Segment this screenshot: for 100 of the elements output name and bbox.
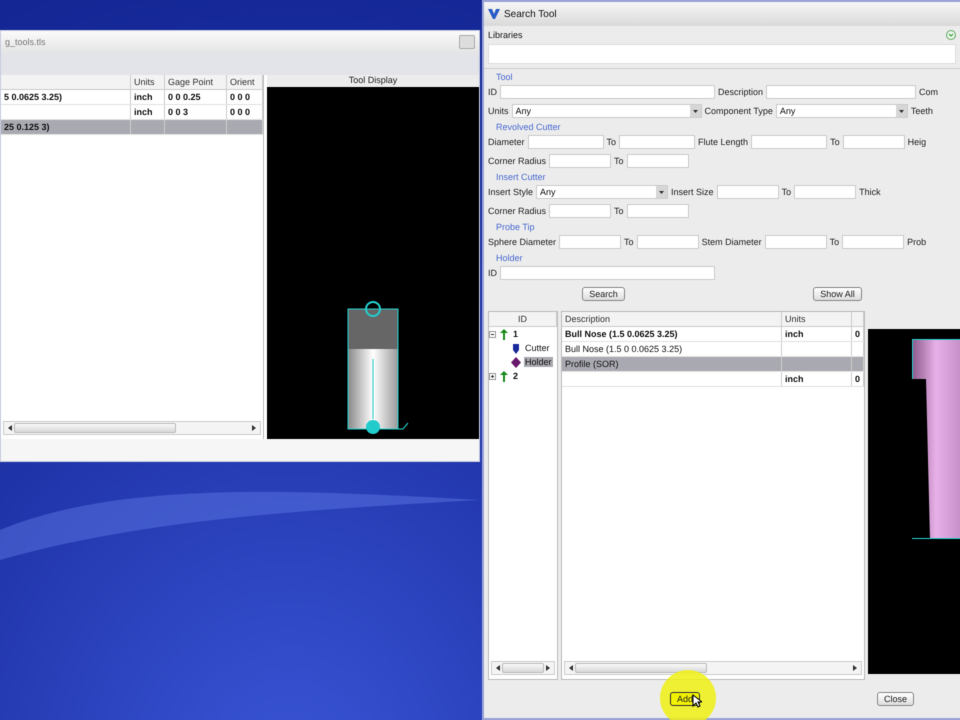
field-label: ID — [488, 87, 497, 97]
window-title: Search Tool — [504, 8, 557, 20]
dropdown-field[interactable]: Any — [512, 104, 702, 118]
column-header[interactable]: ID — [489, 312, 557, 326]
field-label: Description — [718, 87, 764, 97]
form-button[interactable]: Search — [582, 287, 625, 301]
table-cell: 25 0.125 3) — [1, 120, 131, 134]
column-header[interactable]: Units — [131, 75, 165, 89]
table-row[interactable]: Profile (SOR) — [562, 357, 864, 372]
column-header[interactable]: Description — [562, 312, 782, 326]
column-header[interactable]: Gage Point — [165, 75, 227, 89]
scroll-right-icon[interactable] — [544, 664, 552, 672]
tree-item[interactable]: Cutter — [524, 343, 551, 353]
panel-title: Tool Display — [267, 75, 479, 87]
form-button[interactable]: Show All — [813, 287, 862, 301]
field-label: Thick — [859, 187, 881, 197]
field-label: ID — [488, 268, 497, 278]
group-title: Tool — [496, 72, 513, 82]
field-label: Heig — [908, 137, 926, 147]
field-label: Stem Diameter — [702, 237, 762, 247]
tree-item[interactable]: 2 — [512, 371, 520, 381]
table-cell: Profile (SOR) — [562, 357, 782, 371]
caret-icon — [690, 105, 701, 117]
input-field[interactable] — [549, 204, 612, 218]
table-row[interactable]: Bull Nose (1.5 0.0625 3.25) inch 0 — [562, 327, 864, 342]
section-title: Libraries — [488, 30, 523, 40]
table-cell: inch — [131, 90, 165, 104]
pin-icon — [499, 328, 509, 340]
table-row[interactable]: inch 0 — [562, 372, 864, 387]
table-cell: 0 0 0.25 — [165, 90, 227, 104]
horizontal-scrollbar[interactable] — [491, 661, 555, 675]
input-field[interactable] — [842, 235, 904, 249]
holder-icon — [511, 356, 521, 368]
table-cell: 0 0 3 — [165, 105, 227, 119]
tree-item[interactable]: 1 — [512, 329, 520, 339]
input-field[interactable] — [626, 154, 689, 168]
horizontal-scrollbar[interactable] — [564, 661, 862, 675]
scroll-right-icon[interactable] — [250, 424, 258, 432]
input-field[interactable] — [549, 154, 612, 168]
caret-icon — [896, 105, 907, 117]
input-field[interactable] — [716, 185, 779, 199]
input-field[interactable] — [766, 85, 916, 99]
table-cell: Bull Nose (1.5 0.0625 3.25) — [562, 327, 782, 341]
table-row[interactable]: 5 0.0625 3.25) inch 0 0 0.25 0 0 0 — [1, 90, 263, 105]
input-field[interactable] — [794, 185, 856, 199]
column-header[interactable]: Orient — [227, 75, 263, 89]
input-field[interactable] — [559, 235, 622, 249]
field-label: To — [614, 206, 624, 216]
table-row[interactable]: 25 0.125 3) — [1, 120, 263, 135]
field-label: To — [782, 187, 792, 197]
dialog-button[interactable]: Close — [876, 692, 914, 706]
pin-icon — [499, 370, 509, 382]
table-cell: 0 — [852, 372, 864, 386]
scroll-left-icon[interactable] — [567, 664, 575, 672]
scroll-left-icon[interactable] — [494, 664, 502, 672]
field-label: Insert Style — [488, 187, 534, 197]
table-cell: Bull Nose (1.5 0 0.0625 3.25) — [562, 342, 782, 356]
field-label: Prob — [907, 237, 926, 247]
field-label: Diameter — [488, 137, 525, 147]
maximize-button[interactable] — [459, 35, 475, 49]
input-field[interactable] — [500, 85, 715, 99]
group-title: Probe Tip — [496, 222, 535, 232]
group-title: Insert Cutter — [496, 172, 546, 182]
scroll-left-icon[interactable] — [6, 424, 14, 432]
horizontal-scrollbar[interactable] — [3, 421, 261, 435]
cursor-icon — [692, 694, 702, 708]
field-label: Corner Radius — [488, 206, 546, 216]
table-cell: 0 0 0 — [227, 105, 263, 119]
input-field[interactable] — [500, 266, 715, 280]
field-label: To — [830, 237, 840, 247]
app-icon — [488, 8, 500, 20]
dropdown-field[interactable]: Any — [776, 104, 908, 118]
dropdown-field[interactable]: Any — [536, 185, 668, 199]
input-field[interactable] — [626, 204, 689, 218]
field-label: To — [624, 237, 634, 247]
input-field[interactable] — [751, 135, 828, 149]
scroll-right-icon[interactable] — [851, 664, 860, 672]
cutter-icon — [511, 342, 521, 354]
input-field[interactable] — [764, 235, 827, 249]
field-label: Teeth — [910, 106, 933, 116]
field-label: Units — [488, 106, 509, 116]
expand-icon[interactable] — [489, 372, 496, 380]
table-cell: 0 0 0 — [227, 90, 263, 104]
library-field[interactable] — [488, 44, 956, 64]
field-label: To — [614, 156, 624, 166]
field-label: Corner Radius — [488, 156, 546, 166]
field-label: To — [830, 137, 840, 147]
table-cell: inch — [782, 327, 852, 341]
group-title: Holder — [496, 252, 523, 262]
input-field[interactable] — [528, 135, 604, 149]
tree-item[interactable]: Holder — [524, 357, 553, 367]
input-field[interactable] — [636, 235, 699, 249]
caret-icon — [656, 186, 668, 198]
field-label: To — [606, 137, 616, 147]
column-header[interactable]: Units — [782, 312, 852, 326]
field-label: Sphere Diameter — [488, 237, 556, 247]
collapse-icon[interactable] — [489, 330, 496, 338]
input-field[interactable] — [619, 135, 696, 149]
input-field[interactable] — [842, 135, 905, 149]
group-title: Revolved Cutter — [496, 122, 561, 132]
